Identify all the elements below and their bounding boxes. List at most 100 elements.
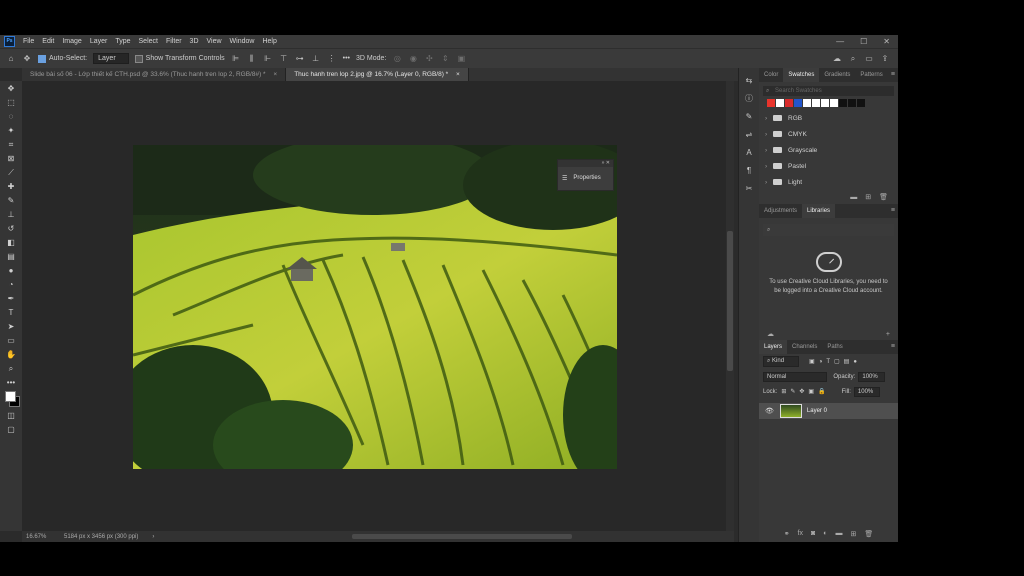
eye-icon[interactable]: 👁 [765, 407, 774, 415]
panel-menu-icon[interactable]: ≡ [891, 340, 895, 354]
close-tab-icon[interactable]: × [273, 71, 277, 78]
history-brush-icon[interactable]: ↺ [4, 222, 18, 235]
tab-adjustments[interactable]: Adjustments [759, 204, 802, 218]
screen-mode-icon[interactable]: ▢ [4, 423, 18, 436]
horizontal-scrollbar[interactable] [352, 534, 572, 539]
auto-select-checkbox[interactable] [38, 54, 46, 63]
auto-select-target-dropdown[interactable]: Layer [93, 53, 129, 64]
crop-tool-icon[interactable]: ⌗ [4, 138, 18, 151]
layer-row-layer-0[interactable]: 👁 Layer 0 [759, 403, 898, 419]
menu-filter[interactable]: Filter [162, 38, 186, 45]
close-button[interactable]: ✕ [883, 37, 890, 46]
new-group-icon[interactable]: ▬ [850, 194, 857, 201]
menu-layer[interactable]: Layer [86, 38, 112, 45]
properties-title[interactable]: Properties [573, 175, 600, 181]
tab-channels[interactable]: Channels [787, 340, 822, 354]
pen-tool-icon[interactable]: ✒ [4, 292, 18, 305]
color-swatch[interactable] [776, 99, 784, 107]
swatch-group-light[interactable]: › Light [759, 174, 898, 190]
clone-stamp-icon[interactable]: ⊥ [4, 208, 18, 221]
swatch-group-rgb[interactable]: › RGB [759, 110, 898, 126]
tab-slide-psd[interactable]: Slide bài số 06 - Lớp thiết kế CTH.psd @… [22, 68, 287, 81]
type-tool-icon[interactable]: T [4, 306, 18, 319]
gradient-tool-icon[interactable]: ▤ [4, 250, 18, 263]
zoom-tool-icon[interactable]: ⌕ [4, 362, 18, 375]
fx-icon[interactable]: fx [798, 530, 803, 538]
shape-tool-icon[interactable]: ▭ [4, 334, 18, 347]
color-swatch[interactable] [794, 99, 802, 107]
blur-tool-icon[interactable]: ● [4, 264, 18, 277]
character-icon[interactable]: A [743, 146, 755, 158]
brush-tool-icon[interactable]: ✎ [4, 194, 18, 207]
tab-color[interactable]: Color [759, 68, 783, 82]
more-options-button[interactable]: ••• [343, 55, 350, 62]
new-swatch-icon[interactable]: ⊞ [865, 193, 871, 201]
workspace-icon[interactable]: ▭ [864, 54, 874, 64]
align-bottom-icon[interactable]: ⊥ [311, 54, 321, 64]
swatches-search-input[interactable]: ⌕ Search Swatches [763, 86, 894, 96]
opacity-input[interactable]: 100% [858, 371, 885, 382]
info-icon[interactable]: ⓘ [743, 92, 755, 104]
color-swatch[interactable] [812, 99, 820, 107]
adjust-icon[interactable]: ⇌ [743, 128, 755, 140]
lock-icons[interactable]: ⊞✎✥▣🔒 [781, 388, 829, 395]
menu-type[interactable]: Type [111, 38, 134, 45]
color-swatch[interactable] [839, 99, 847, 107]
status-menu-arrow[interactable]: › [152, 534, 154, 540]
menu-file[interactable]: File [19, 38, 38, 45]
swatch-group-cmyk[interactable]: › CMYK [759, 126, 898, 142]
color-swatch[interactable] [821, 99, 829, 107]
tab-thuc-hanh-jpg[interactable]: Thuc hanh tren lop 2.jpg @ 16.7% (Layer … [286, 68, 469, 81]
dodge-tool-icon[interactable]: ◔ [4, 278, 18, 291]
3d-orbit-icon[interactable]: ◎ [392, 54, 402, 64]
mask-icon[interactable]: ◙ [811, 530, 815, 538]
close-tab-icon[interactable]: × [456, 71, 460, 78]
menu-select[interactable]: Select [135, 38, 162, 45]
cloud-sync-icon[interactable]: ☁ [767, 330, 774, 338]
3d-roll-icon[interactable]: ◉ [408, 54, 418, 64]
search-icon[interactable]: ⌕ [848, 54, 858, 64]
path-selection-icon[interactable]: ➤ [4, 320, 18, 333]
color-swatch-icon[interactable] [4, 390, 20, 408]
align-right-icon[interactable]: ⊩ [263, 54, 273, 64]
zoom-level[interactable]: 16.67% [22, 534, 50, 540]
show-transform-checkbox[interactable] [134, 54, 143, 63]
color-swatch[interactable] [830, 99, 838, 107]
frame-tool-icon[interactable]: ⊠ [4, 152, 18, 165]
adjustment-layer-icon[interactable]: ◐ [823, 530, 827, 538]
align-middle-icon[interactable]: ⊶ [295, 54, 305, 64]
color-swatch[interactable] [767, 99, 775, 107]
3d-slide-icon[interactable]: ⇕ [440, 54, 450, 64]
scrollbar-thumb[interactable] [727, 231, 733, 371]
3d-pan-icon[interactable]: ✣ [424, 54, 434, 64]
libraries-search-input[interactable]: ⌕ [763, 224, 894, 236]
panel-menu-icon[interactable]: ≡ [891, 68, 895, 82]
new-layer-icon[interactable]: ⊞ [851, 530, 857, 538]
menu-image[interactable]: Image [58, 38, 85, 45]
align-center-icon[interactable]: ⫼ [247, 54, 257, 64]
vertical-scrollbar[interactable] [726, 81, 734, 531]
tab-paths[interactable]: Paths [822, 340, 847, 354]
menu-view[interactable]: View [203, 38, 226, 45]
history-icon[interactable]: ⇆ [743, 74, 755, 86]
align-left-icon[interactable]: ⊫ [231, 54, 241, 64]
eraser-icon[interactable]: ◧ [4, 236, 18, 249]
color-swatch[interactable] [857, 99, 865, 107]
move-tool-icon[interactable]: ✥ [4, 82, 18, 95]
tab-patterns[interactable]: Patterns [855, 68, 887, 82]
blend-mode-dropdown[interactable]: Normal [763, 371, 828, 382]
tools-icon[interactable]: ✂ [743, 182, 755, 194]
maximize-button[interactable]: ☐ [860, 37, 867, 46]
minimize-button[interactable]: — [836, 37, 844, 46]
paragraph-icon[interactable]: ¶ [743, 164, 755, 176]
link-icon[interactable]: ⚭ [784, 530, 790, 538]
tab-layers[interactable]: Layers [759, 340, 788, 354]
canvas-area[interactable]: » ✕ ☰ Properties [22, 81, 726, 531]
delete-icon[interactable]: 🗑 [879, 193, 888, 201]
magic-wand-icon[interactable]: ✦ [4, 124, 18, 137]
marquee-tool-icon[interactable]: ⬚ [4, 96, 18, 109]
healing-brush-icon[interactable]: ✚ [4, 180, 18, 193]
color-swatch[interactable] [785, 99, 793, 107]
brush-settings-icon[interactable]: ✎ [743, 110, 755, 122]
share-icon[interactable]: ⇪ [880, 54, 890, 64]
